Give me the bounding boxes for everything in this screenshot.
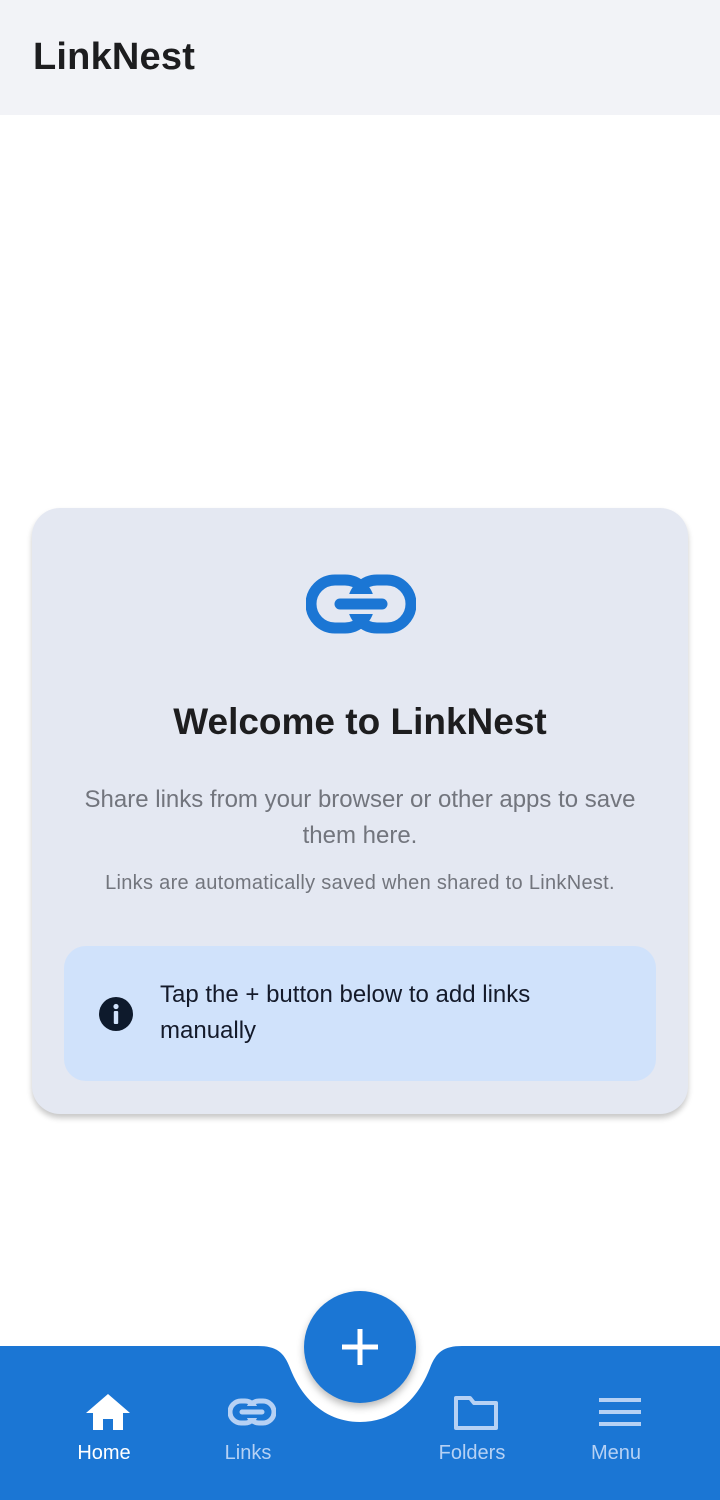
nav-label-home: Home — [77, 1442, 131, 1464]
tip-text: Tap the + button below to add links manu… — [160, 981, 531, 1044]
tip-box: Tap the + button below to add links manu… — [64, 946, 656, 1081]
app-title: LinkNest — [33, 36, 196, 78]
menu-icon — [599, 1398, 641, 1426]
welcome-description: Share links from your browser or other a… — [84, 786, 636, 849]
nav-label-menu: Menu — [590, 1442, 642, 1464]
nav-label-folders: Folders — [438, 1442, 506, 1464]
nav-item-menu[interactable]: Menu — [556, 1346, 676, 1500]
nav-label-links: Links — [224, 1442, 272, 1464]
link-icon — [228, 1398, 276, 1426]
app-bar: LinkNest — [0, 0, 720, 115]
welcome-card: Welcome to LinkNest Share links from you… — [32, 508, 688, 1114]
add-link-button[interactable] — [304, 1291, 416, 1403]
plus-icon — [342, 1329, 378, 1365]
home-icon — [86, 1394, 130, 1430]
link-icon — [306, 574, 416, 634]
nav-item-home[interactable]: Home — [44, 1346, 164, 1500]
nav-item-folders[interactable]: Folders — [412, 1346, 532, 1500]
nav-item-links[interactable]: Links — [188, 1346, 308, 1500]
folder-icon — [454, 1396, 498, 1430]
welcome-note: Links are automatically saved when share… — [105, 872, 615, 894]
welcome-title: Welcome to LinkNest — [173, 701, 547, 742]
info-icon — [99, 997, 133, 1031]
